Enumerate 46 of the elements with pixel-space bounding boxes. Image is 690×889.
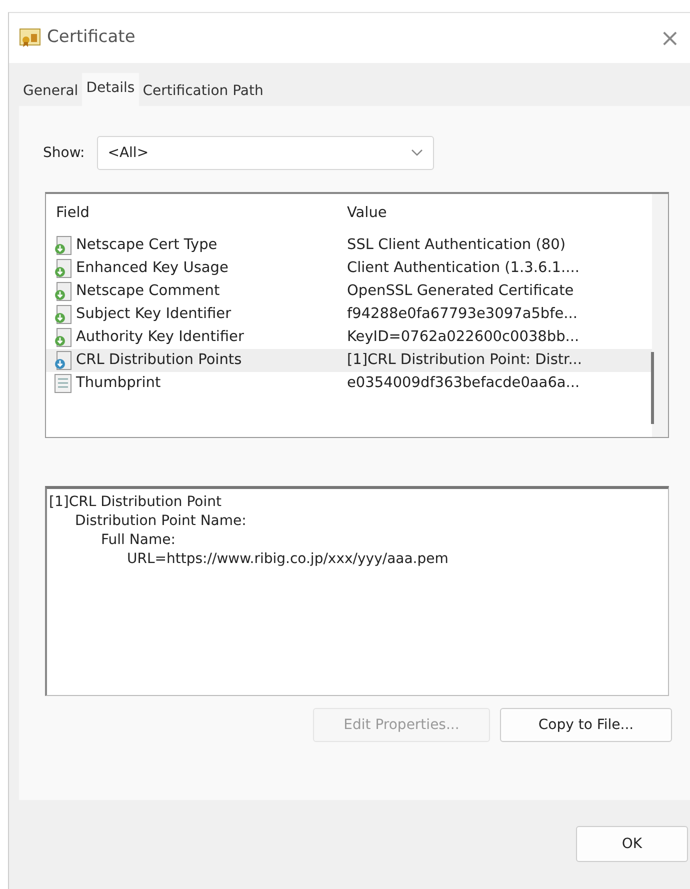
copy-to-file-button[interactable]: Copy to File... xyxy=(500,708,672,742)
certificate-extension-icon xyxy=(54,236,72,256)
field-name: Netscape Cert Type xyxy=(76,236,218,255)
field-value: Client Authentication (1.3.6.1.... xyxy=(346,258,580,278)
field-value: [1]CRL Distribution Point: Distr... xyxy=(346,350,582,370)
detail-line: URL=https://www.ribig.co.jp/xxx/yyy/aaa.pem xyxy=(126,550,450,569)
list-row[interactable]: Authority Key Identifier KeyID=0762a022600c0038bb... xyxy=(46,326,652,349)
certificate-extension-icon xyxy=(54,258,72,278)
show-dropdown[interactable]: <All> xyxy=(96,136,434,170)
field-value: f94288e0fa67793e3097a5bfe... xyxy=(346,304,578,324)
detail-line: Distribution Point Name: xyxy=(74,512,248,531)
field-name: Authority Key Identifier xyxy=(76,328,244,347)
tab[interactable]: General xyxy=(19,77,82,106)
ok-button[interactable]: OK xyxy=(576,826,688,862)
chevron-down-icon xyxy=(410,149,423,157)
column-header[interactable]: Value xyxy=(341,203,387,225)
detail-line: [1]CRL Distribution Point xyxy=(49,493,222,512)
document-icon xyxy=(54,374,72,394)
certificate-icon xyxy=(19,28,41,48)
column-header[interactable]: Field xyxy=(46,203,341,225)
list-row[interactable]: CRL Distribution Points [1]CRL Distribution Point: Distr... xyxy=(46,349,652,372)
certificate-extension-icon xyxy=(54,328,72,348)
show-label: Show: xyxy=(43,144,85,162)
field-name: Thumbprint xyxy=(76,374,161,393)
field-value: e0354009df363befacde0aa6a... xyxy=(346,374,580,393)
field-name: Netscape Comment xyxy=(76,282,220,301)
field-name: Subject Key Identifier xyxy=(76,304,232,324)
list-row[interactable]: Netscape Cert Type SSL Client Authentication (80) xyxy=(46,234,652,257)
field-name: CRL Distribution Points xyxy=(76,350,242,370)
field-value: SSL Client Authentication (80) xyxy=(346,236,566,255)
scrollbar-thumb[interactable] xyxy=(651,352,654,424)
list-row[interactable]: Thumbprint e0354009df363befacde0aa6a... xyxy=(46,372,652,395)
close-button[interactable]: × xyxy=(656,26,684,50)
field-value: KeyID=0762a022600c0038bb... xyxy=(346,328,580,347)
tab[interactable]: Certification Path xyxy=(138,77,268,106)
certificate-extension-icon xyxy=(54,350,72,370)
field-value: OpenSSL Generated Certificate xyxy=(346,282,574,301)
list-row[interactable]: Netscape Comment OpenSSL Generated Certificate xyxy=(46,280,652,303)
certificate-extension-icon xyxy=(54,304,72,324)
certificate-extension-icon xyxy=(54,282,72,302)
window-title: Certificate xyxy=(47,26,136,50)
field-name: Enhanced Key Usage xyxy=(76,258,228,278)
detail-line: Full Name: xyxy=(100,531,176,550)
tab[interactable]: Details xyxy=(82,73,139,106)
list-row[interactable]: Enhanced Key Usage Client Authentication (1.3.6.1.... xyxy=(46,257,652,280)
list-row[interactable]: Subject Key Identifier f94288e0fa67793e3097a5bfe... xyxy=(46,303,652,326)
